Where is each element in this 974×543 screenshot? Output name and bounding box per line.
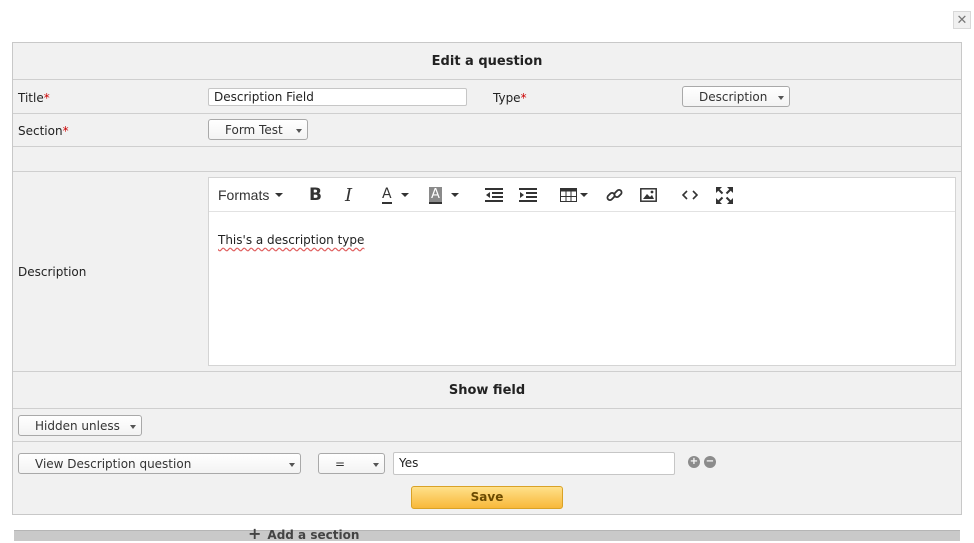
bold-button[interactable]: B xyxy=(309,185,322,205)
text-color-button[interactable]: A xyxy=(382,185,409,205)
empty-row xyxy=(13,147,961,172)
chevron-down-icon xyxy=(580,193,588,197)
remove-condition-button[interactable]: − xyxy=(704,456,716,468)
chevron-down-icon xyxy=(275,193,284,197)
plus-icon: + xyxy=(248,524,262,543)
chevron-down-icon xyxy=(450,193,459,197)
type-label: Type* xyxy=(493,91,527,105)
show-field-header: Show field xyxy=(13,372,961,409)
indent-icon xyxy=(519,188,537,202)
editor-toolbar: Formats B I A A xyxy=(209,178,955,212)
background-section-bar xyxy=(14,530,960,541)
title-input[interactable]: Description Field xyxy=(208,88,467,106)
condition-question-select[interactable]: View Description question xyxy=(18,453,301,474)
title-type-row: Title* Description Field Type* Descripti… xyxy=(13,80,961,114)
image-icon xyxy=(640,188,657,202)
save-button[interactable]: Save xyxy=(411,486,563,509)
form-header: Edit a question xyxy=(13,43,961,80)
background-color-icon: A xyxy=(429,186,442,204)
image-button[interactable] xyxy=(640,185,657,205)
plus-icon: + xyxy=(689,456,699,467)
form-title: Edit a question xyxy=(431,53,543,69)
description-row: Description Formats B I A A This's a des… xyxy=(13,172,961,372)
title-label: Title* xyxy=(18,91,50,105)
add-condition-button[interactable]: + xyxy=(688,456,700,468)
italic-icon: I xyxy=(345,184,353,206)
background-color-button[interactable]: A xyxy=(429,185,459,205)
type-select[interactable]: Description xyxy=(682,86,790,107)
chevron-down-icon xyxy=(289,463,295,467)
close-icon: ✕ xyxy=(956,12,968,28)
chevron-down-icon xyxy=(296,129,302,133)
minus-icon: − xyxy=(705,456,715,467)
chevron-down-icon xyxy=(778,96,784,100)
section-row: Section* Form Test xyxy=(13,114,961,147)
chevron-down-icon xyxy=(130,425,136,429)
code-icon xyxy=(682,190,698,200)
show-field-title: Show field xyxy=(448,382,526,398)
description-label: Description xyxy=(18,265,87,279)
condition-operator-select[interactable]: = xyxy=(318,453,385,474)
section-label: Section* xyxy=(18,124,69,138)
rich-text-editor: Formats B I A A This's a description typ… xyxy=(208,177,956,366)
fullscreen-icon xyxy=(716,186,733,204)
italic-button[interactable]: I xyxy=(345,184,353,206)
link-icon xyxy=(606,188,623,201)
table-button[interactable] xyxy=(560,185,588,205)
outdent-button[interactable] xyxy=(485,185,503,205)
condition-value-input[interactable]: Yes xyxy=(393,452,675,475)
table-icon xyxy=(560,188,577,202)
editor-content[interactable]: This's a description type xyxy=(218,233,364,247)
chevron-down-icon xyxy=(373,463,379,467)
text-color-icon: A xyxy=(382,185,392,204)
link-button[interactable] xyxy=(606,185,623,205)
visibility-select[interactable]: Hidden unless xyxy=(18,415,142,436)
edit-question-form: Edit a question Title* Description Field… xyxy=(12,42,962,515)
section-select[interactable]: Form Test xyxy=(208,119,308,140)
indent-button[interactable] xyxy=(519,185,537,205)
formats-dropdown[interactable]: Formats xyxy=(218,185,284,205)
code-button[interactable] xyxy=(682,185,698,205)
fullscreen-button[interactable] xyxy=(716,185,733,205)
close-dialog-button[interactable]: ✕ xyxy=(953,11,971,29)
chevron-down-icon xyxy=(400,193,409,197)
visibility-row: Hidden unless xyxy=(13,409,961,442)
add-section-link[interactable]: + Add a section xyxy=(248,524,359,543)
bold-icon: B xyxy=(309,185,322,205)
outdent-icon xyxy=(485,188,503,202)
